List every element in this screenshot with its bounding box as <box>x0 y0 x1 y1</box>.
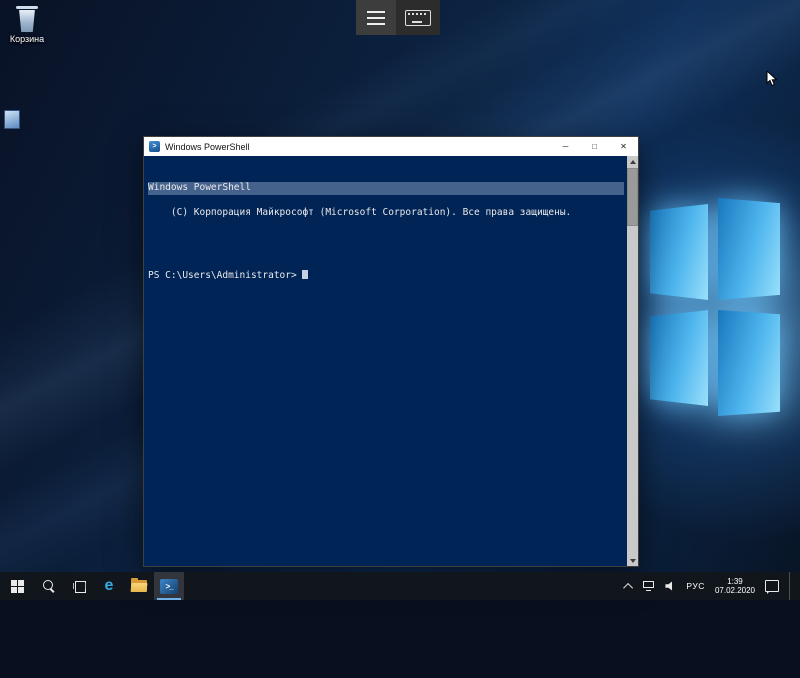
scrollbar-down-arrow-icon[interactable] <box>627 555 638 566</box>
console-prompt: PS C:\Users\Administrator> <box>148 270 297 281</box>
window-titlebar[interactable]: > Windows PowerShell ─ □ ✕ <box>144 137 638 156</box>
file-explorer-icon <box>131 580 147 592</box>
search-icon <box>43 580 55 592</box>
powershell-window: > Windows PowerShell ─ □ ✕ Windows Power… <box>143 136 639 567</box>
recycle-bin-icon <box>18 10 36 32</box>
console-cursor <box>302 270 308 279</box>
minimize-button[interactable]: ─ <box>551 137 580 156</box>
taskbar-edge-button[interactable]: e <box>94 572 124 600</box>
recycle-bin-icon <box>16 6 38 9</box>
console-line: (C) Корпорация Майкрософт (Microsoft Cor… <box>171 207 571 218</box>
taskbar: e >_ РУС 1:39 07.02.2020 <box>0 572 800 600</box>
system-tray: РУС 1:39 07.02.2020 <box>620 572 800 600</box>
show-desktop-button[interactable] <box>789 572 794 600</box>
window-controls: ─ □ ✕ <box>551 137 638 156</box>
desktop-icon-shortcut[interactable] <box>4 110 20 129</box>
console-prompt-line: PS C:\Users\Administrator> <box>148 270 624 283</box>
hamburger-menu-icon <box>367 11 385 25</box>
close-button[interactable]: ✕ <box>609 137 638 156</box>
console-output[interactable]: Windows PowerShell (C) Корпорация Майкро… <box>144 156 638 566</box>
taskbar-file-explorer-button[interactable] <box>124 572 154 600</box>
windows-logo-pane <box>650 204 708 300</box>
edge-icon: e <box>105 578 114 594</box>
recycle-bin-label: Корзина <box>4 34 50 44</box>
taskbar-search-button[interactable] <box>34 572 64 600</box>
windows-logo-pane <box>718 310 780 416</box>
start-button[interactable] <box>0 572 34 600</box>
clock-date: 07.02.2020 <box>715 586 755 596</box>
action-center-icon[interactable] <box>765 580 779 592</box>
vm-console-toolbar <box>356 0 440 35</box>
language-indicator[interactable]: РУС <box>686 581 705 591</box>
windows-logo-pane <box>718 198 780 300</box>
console-scrollbar[interactable] <box>627 156 638 566</box>
hidden-icons-chevron-icon[interactable] <box>624 582 634 592</box>
scrollbar-thumb[interactable] <box>627 168 638 226</box>
console-blank-line <box>148 232 624 245</box>
taskbar-clock[interactable]: 1:39 07.02.2020 <box>715 577 755 596</box>
task-view-button[interactable] <box>64 572 94 600</box>
maximize-button[interactable]: □ <box>580 137 609 156</box>
desktop-icon-recycle-bin[interactable]: Корзина <box>4 6 50 44</box>
taskbar-powershell-button[interactable]: >_ <box>154 572 184 600</box>
windows-logo-pane <box>650 310 708 406</box>
vm-keyboard-button[interactable] <box>396 0 440 35</box>
clock-time: 1:39 <box>715 577 755 587</box>
scrollbar-up-arrow-icon[interactable] <box>627 156 638 167</box>
console-line: Windows PowerShell <box>148 182 624 195</box>
powershell-icon: >_ <box>160 579 178 594</box>
volume-icon[interactable] <box>665 581 676 591</box>
powershell-icon: > <box>149 141 160 152</box>
windows-logo <box>650 198 780 428</box>
vm-menu-button[interactable] <box>356 0 396 35</box>
window-title: Windows PowerShell <box>165 142 250 152</box>
network-icon[interactable] <box>643 581 655 591</box>
keyboard-icon <box>405 10 431 26</box>
task-view-icon <box>73 581 86 592</box>
windows-start-icon <box>11 580 24 593</box>
